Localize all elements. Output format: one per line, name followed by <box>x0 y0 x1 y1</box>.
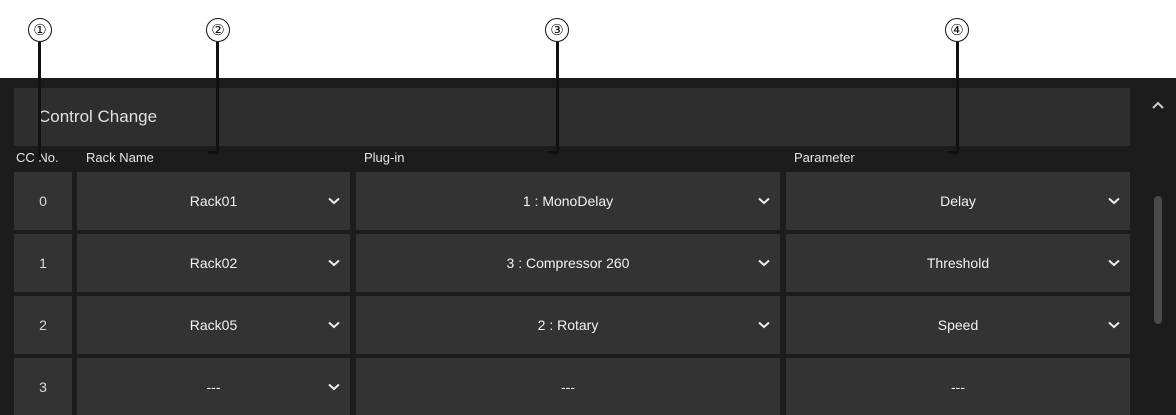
callout-3: ③ <box>545 18 569 42</box>
rack-name-dropdown[interactable]: --- <box>77 358 350 415</box>
callout-3-leader-tail <box>548 151 559 154</box>
rack-name-value: Rack01 <box>189 193 238 209</box>
cc-number-cell: 0 <box>14 172 72 230</box>
parameter-dropdown: --- <box>786 358 1130 415</box>
callout-1: ① <box>28 18 52 42</box>
rack-name-value: Rack05 <box>189 317 238 333</box>
column-header-plug-in: Plug-in <box>364 150 405 165</box>
chevron-down-icon <box>758 197 770 205</box>
parameter-dropdown[interactable]: Speed <box>786 296 1130 354</box>
callout-2: ② <box>206 18 230 42</box>
parameter-dropdown[interactable]: Delay <box>786 172 1130 230</box>
section-title: Control Change <box>14 88 1130 146</box>
plug-in-value: 2 : Rotary <box>537 317 599 333</box>
chevron-down-icon <box>328 259 340 267</box>
plug-in-dropdown[interactable]: 3 : Compressor 260 <box>356 234 780 292</box>
parameter-value: Threshold <box>926 255 990 271</box>
chevron-down-icon <box>1108 197 1120 205</box>
callout-1-leader <box>38 42 41 160</box>
rack-name-value: Rack02 <box>189 255 238 271</box>
callout-4: ④ <box>945 18 969 42</box>
cc-number-cell: 3 <box>14 358 72 415</box>
chevron-down-icon <box>328 321 340 329</box>
callout-2-leader-tail <box>208 151 219 154</box>
chevron-down-icon <box>1108 259 1120 267</box>
control-change-panel: Control Change CC No. Rack Name Plug-in … <box>0 78 1176 415</box>
parameter-dropdown[interactable]: Threshold <box>786 234 1130 292</box>
chevron-down-icon <box>328 197 340 205</box>
chevron-up-icon[interactable] <box>1151 100 1165 110</box>
chevron-down-icon <box>758 259 770 267</box>
callout-2-leader <box>216 42 219 154</box>
callout-4-leader-tail <box>948 151 959 154</box>
callout-4-leader <box>956 42 959 154</box>
callout-3-leader <box>556 42 559 154</box>
chevron-down-icon <box>328 383 340 390</box>
cc-number-cell: 2 <box>14 296 72 354</box>
plug-in-dropdown[interactable]: 1 : MonoDelay <box>356 172 780 230</box>
plug-in-value: 1 : MonoDelay <box>522 193 614 209</box>
rack-name-dropdown[interactable]: Rack01 <box>77 172 350 230</box>
scrollbar-thumb[interactable] <box>1154 196 1162 324</box>
chevron-down-icon <box>758 321 770 329</box>
plug-in-dropdown[interactable]: 2 : Rotary <box>356 296 780 354</box>
column-header-rack-name: Rack Name <box>86 150 154 165</box>
parameter-value: --- <box>951 378 965 395</box>
chevron-down-icon <box>1108 321 1120 329</box>
rack-name-dropdown[interactable]: Rack05 <box>77 296 350 354</box>
plug-in-value: 3 : Compressor 260 <box>506 255 630 271</box>
parameter-value: Speed <box>937 317 979 333</box>
plug-in-value: --- <box>561 378 575 395</box>
rack-name-dropdown[interactable]: Rack02 <box>77 234 350 292</box>
column-header-parameter: Parameter <box>794 150 855 165</box>
rack-name-value: --- <box>206 378 221 395</box>
plug-in-dropdown: --- <box>356 358 780 415</box>
cc-number-cell: 1 <box>14 234 72 292</box>
parameter-value: Delay <box>940 193 976 209</box>
